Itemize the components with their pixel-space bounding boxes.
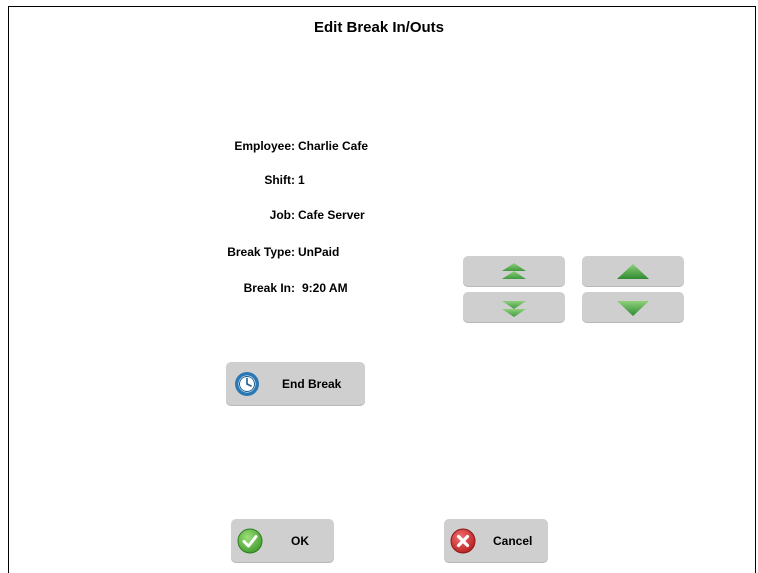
break-type-value: UnPaid <box>298 245 340 259</box>
fast-down-button[interactable] <box>463 292 565 323</box>
field-row-break-in: Break In: <box>95 280 295 296</box>
job-label: Job: <box>269 208 295 222</box>
double-chevron-down-icon <box>502 300 526 317</box>
end-break-button[interactable]: End Break <box>226 362 365 406</box>
triangle-up-icon <box>617 263 649 279</box>
shift-label: Shift: <box>264 173 295 187</box>
employee-value: Charlie Cafe <box>298 139 369 153</box>
field-row-employee: Employee: <box>95 138 295 154</box>
break-type-label: Break Type: <box>227 245 295 259</box>
double-chevron-up-icon <box>502 262 526 279</box>
field-row-shift: Shift: <box>95 172 295 188</box>
field-row-break-type: Break Type: <box>95 244 295 260</box>
job-value: Cafe Server <box>298 208 365 222</box>
close-icon <box>450 528 476 554</box>
cancel-button[interactable]: Cancel <box>444 519 548 563</box>
ok-label: OK <box>291 534 309 548</box>
check-icon <box>237 528 263 554</box>
field-row-job: Job: <box>95 207 295 223</box>
up-button[interactable] <box>582 256 684 287</box>
employee-label: Employee: <box>234 139 295 153</box>
cancel-label: Cancel <box>493 534 533 548</box>
shift-value: 1 <box>298 173 305 187</box>
ok-button[interactable]: OK <box>231 519 334 563</box>
end-break-label: End Break <box>282 377 342 391</box>
triangle-down-icon <box>617 300 649 316</box>
fast-up-button[interactable] <box>463 256 565 287</box>
clock-icon <box>235 372 259 396</box>
down-button[interactable] <box>582 292 684 323</box>
break-in-value: 9:20 AM <box>302 281 348 295</box>
dialog-title: Edit Break In/Outs <box>313 19 445 36</box>
break-in-label: Break In: <box>243 281 295 295</box>
